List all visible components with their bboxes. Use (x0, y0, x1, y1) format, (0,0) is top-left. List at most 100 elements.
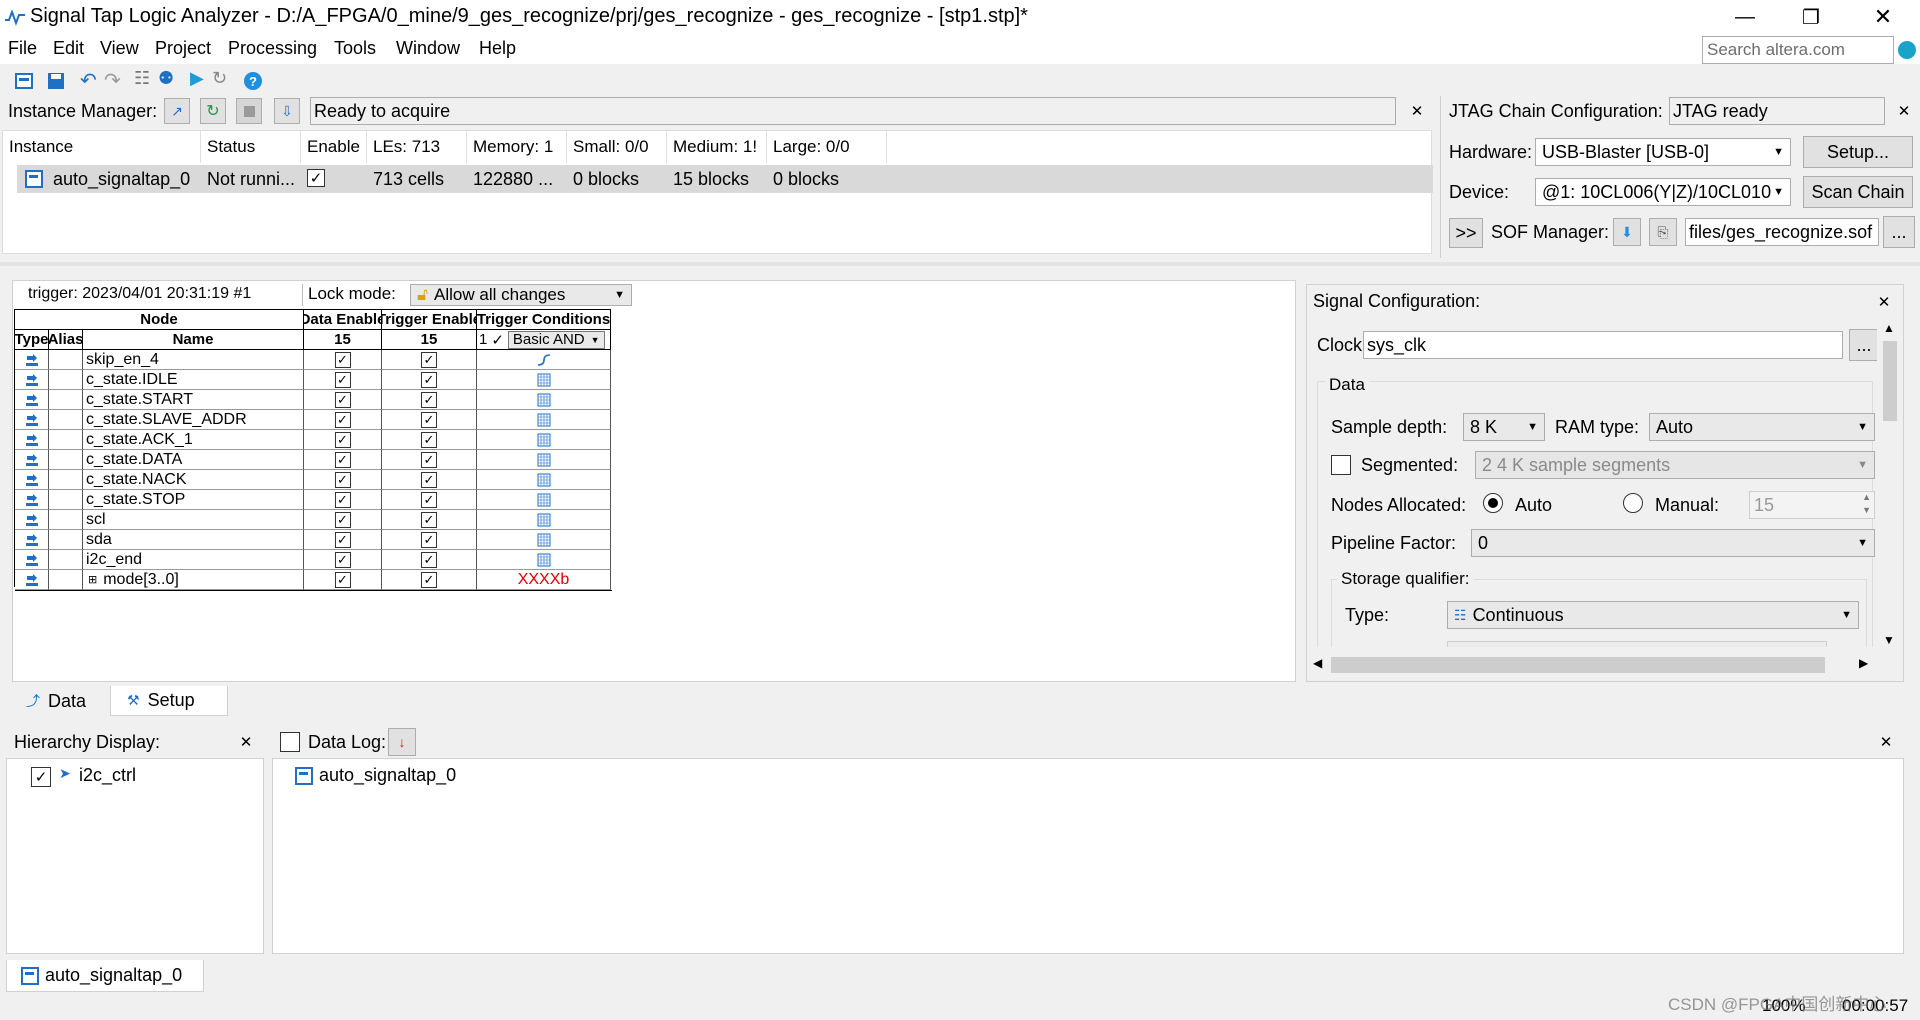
lock-mode-select[interactable]: 🔓︎ Allow all changes ▼ (410, 284, 632, 306)
node-alias-cell[interactable] (49, 430, 83, 450)
data-enable-checkbox[interactable]: ✓ (334, 531, 351, 548)
node-alias-cell[interactable] (49, 450, 83, 470)
node-row[interactable]: sda ✓ ✓ (15, 530, 611, 550)
trigger-condition-cell[interactable] (477, 470, 611, 490)
save-icon[interactable] (46, 71, 66, 91)
redo-icon[interactable]: ↷ (104, 68, 121, 93)
data-enable-checkbox[interactable]: ✓ (334, 491, 351, 508)
node-row[interactable]: c_state.IDLE ✓ ✓ (15, 370, 611, 390)
clock-input[interactable]: sys_clk (1363, 331, 1843, 359)
col-large[interactable]: Large: 0/0 (767, 131, 887, 163)
node-name-cell[interactable]: c_state.NACK (83, 470, 304, 490)
node-row[interactable]: ⊞ mode[3..0] ✓ ✓ XXXXb (15, 570, 611, 590)
sof-expand-button[interactable]: >> (1449, 218, 1483, 248)
node-alias-cell[interactable] (49, 350, 83, 370)
jtag-close[interactable]: ✕ (1893, 100, 1915, 122)
pipeline-select[interactable]: 0 ▼ (1471, 529, 1875, 557)
ram-type-select[interactable]: Auto ▼ (1649, 413, 1875, 441)
window-close-button[interactable]: ✕ (1860, 0, 1906, 34)
node-row[interactable]: c_state.STOP ✓ ✓ (15, 490, 611, 510)
node-row[interactable]: c_state.NACK ✓ ✓ (15, 470, 611, 490)
node-row[interactable]: scl ✓ ✓ (15, 510, 611, 530)
data-enable-checkbox[interactable]: ✓ (334, 371, 351, 388)
menu-view[interactable]: View (100, 38, 139, 59)
instance-manager-close[interactable]: ✕ (1406, 100, 1428, 122)
menu-window[interactable]: Window (396, 38, 460, 59)
segmented-checkbox[interactable] (1331, 455, 1351, 475)
attach-button[interactable]: ⎘ (1649, 218, 1677, 246)
type-col[interactable]: Type (15, 330, 49, 350)
trigger-enable-checkbox[interactable]: ✓ (421, 391, 437, 408)
node-alias-cell[interactable] (49, 470, 83, 490)
tab-setup[interactable]: ⚒ Setup (110, 686, 228, 716)
node-alias-cell[interactable] (49, 510, 83, 530)
signal-config-close[interactable]: ✕ (1873, 291, 1895, 313)
hierarchy-item-label[interactable]: i2c_ctrl (79, 765, 136, 786)
col-status[interactable]: Status (201, 131, 301, 163)
col-memory[interactable]: Memory: 1 (467, 131, 567, 163)
trigger-enable-checkbox[interactable]: ✓ (421, 411, 437, 428)
menu-processing[interactable]: Processing (228, 38, 317, 59)
data-enable-checkbox[interactable]: ✓ (334, 391, 351, 408)
node-name-cell[interactable]: i2c_end (83, 550, 304, 570)
scroll-right-icon[interactable]: ▶ (1859, 656, 1868, 670)
data-enable-checkbox[interactable]: ✓ (334, 571, 351, 588)
node-alias-cell[interactable] (49, 390, 83, 410)
instance-read-button[interactable]: ⇩ (274, 98, 300, 124)
trigger-condition-cell[interactable] (477, 550, 611, 570)
node-name-cell[interactable]: c_state.SLAVE_ADDR (83, 410, 304, 430)
undo-icon[interactable]: ↶ (80, 68, 97, 93)
trigger-enable-checkbox[interactable]: ✓ (421, 471, 437, 488)
sof-browse-button[interactable]: ... (1883, 216, 1915, 248)
setup-button[interactable]: Setup... (1803, 136, 1913, 168)
node-alias-cell[interactable] (49, 370, 83, 390)
data-enable-checkbox[interactable]: ✓ (334, 411, 351, 428)
scroll-left-icon[interactable]: ◀ (1313, 656, 1322, 670)
node-row[interactable]: i2c_end ✓ ✓ (15, 550, 611, 570)
instance-scan-button[interactable]: ↗ (164, 98, 190, 124)
trigger-condition-cell[interactable] (477, 510, 611, 530)
minimize-button[interactable]: — (1722, 0, 1768, 34)
trigger-condition-cell[interactable]: XXXXb (477, 570, 611, 590)
instance-icon[interactable] (14, 71, 34, 91)
instance-stop-button[interactable] (236, 98, 262, 124)
scan-chain-button[interactable]: Scan Chain (1803, 176, 1913, 208)
program-device-button[interactable]: ⬇ (1613, 218, 1641, 246)
trigger-condition-cell[interactable] (477, 350, 611, 370)
instance-row[interactable]: auto_signaltap_0 Not runni... ✓ 713 cell… (17, 165, 1433, 193)
name-col[interactable]: Name (83, 330, 304, 350)
signal-config-vscroll[interactable]: ▲ ▼ (1879, 321, 1901, 647)
scroll-up-icon[interactable]: ▲ (1883, 321, 1895, 335)
node-name-cell[interactable]: c_state.DATA (83, 450, 304, 470)
sample-depth-select[interactable]: 8 K ▼ (1463, 413, 1545, 441)
node-name-cell[interactable]: ⊞ mode[3..0] (83, 570, 304, 590)
hierarchy-item-checkbox[interactable]: ✓ (31, 767, 51, 787)
find-icon[interactable]: ⚉ (158, 68, 174, 89)
alias-col[interactable]: Alias (49, 330, 83, 350)
trigger-enable-checkbox[interactable]: ✓ (421, 551, 437, 568)
signal-config-hscroll[interactable]: ◀ ▶ (1311, 653, 1879, 677)
hscroll-thumb[interactable] (1331, 657, 1825, 673)
data-enable-checkbox[interactable]: ✓ (334, 511, 351, 528)
expand-icon[interactable]: ⊞ (88, 573, 97, 586)
tab-data[interactable]: ⤴ Data (12, 686, 108, 716)
node-name-cell[interactable]: scl (83, 510, 304, 530)
node-finder-icon[interactable]: ☷ (134, 68, 150, 89)
trigger-enable-checkbox[interactable]: ✓ (421, 571, 437, 588)
data-enable-checkbox[interactable]: ✓ (334, 551, 351, 568)
globe-icon[interactable] (1898, 41, 1916, 59)
trigger-condition-cell[interactable] (477, 430, 611, 450)
node-row[interactable]: c_state.DATA ✓ ✓ (15, 450, 611, 470)
col-les[interactable]: LEs: 713 (367, 131, 467, 163)
manual-radio[interactable] (1623, 493, 1643, 513)
data-log-checkbox[interactable] (280, 732, 300, 752)
node-name-cell[interactable]: skip_en_4 (83, 350, 304, 370)
trigger-condition-cell[interactable] (477, 490, 611, 510)
horizontal-splitter[interactable] (0, 262, 1920, 266)
node-row[interactable]: c_state.START ✓ ✓ (15, 390, 611, 410)
trigger-enable-checkbox[interactable]: ✓ (421, 371, 437, 388)
node-row[interactable]: c_state.SLAVE_ADDR ✓ ✓ (15, 410, 611, 430)
data-enable-checkbox[interactable]: ✓ (334, 451, 351, 468)
col-small[interactable]: Small: 0/0 (567, 131, 667, 163)
node-name-cell[interactable]: c_state.IDLE (83, 370, 304, 390)
